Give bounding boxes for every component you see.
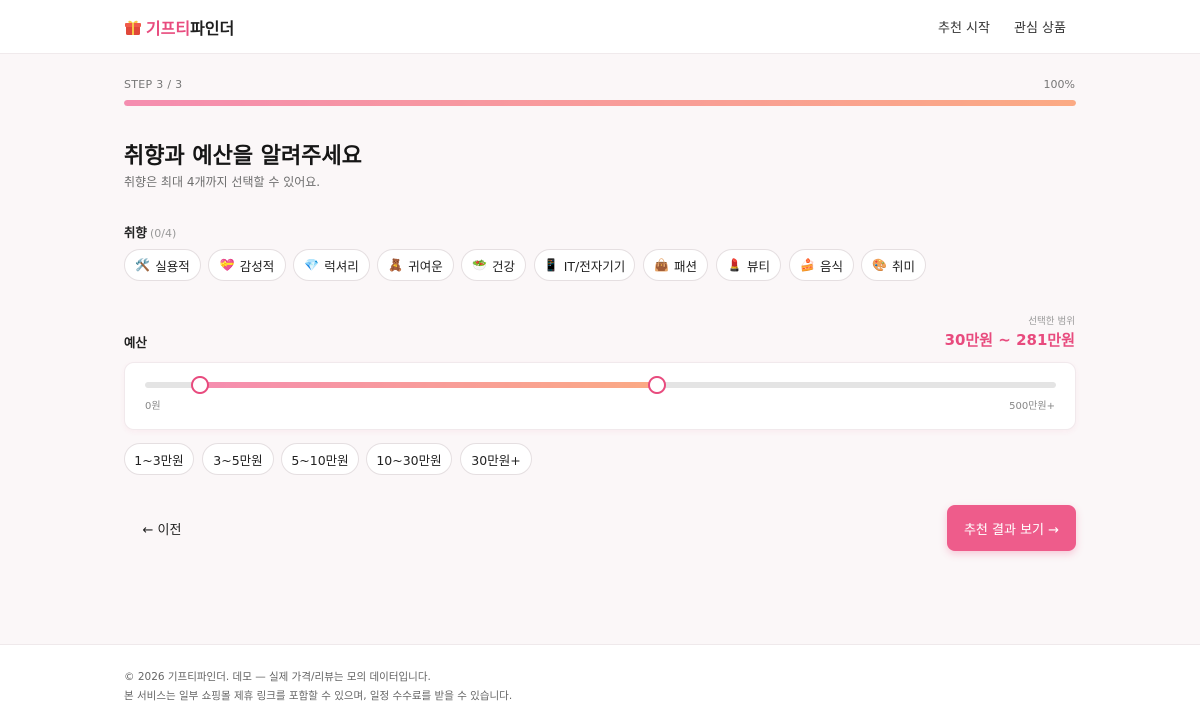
taste-chip[interactable]: 📱 IT/전자기기 <box>534 249 635 281</box>
taste-chip[interactable]: 👜 패션 <box>643 249 708 281</box>
phone-icon: 📱 <box>543 258 559 272</box>
slider-min-label: 0원 <box>145 401 161 412</box>
heart-gift-icon: 💝 <box>219 258 235 272</box>
brand-accent: 기프티 <box>146 19 191 38</box>
site-footer: © 2026 기프티파인더. 데모 — 실제 가격/리뷰는 모의 데이터입니다.… <box>0 644 1200 719</box>
page-title: 취향과 예산을 알려주세요 <box>124 144 362 169</box>
taste-chip-label: 음식 <box>819 258 843 274</box>
taste-chip-label: 패션 <box>673 258 697 274</box>
nav-wishlist[interactable]: 관심 상품 <box>1014 17 1066 36</box>
budget-preset-chip[interactable]: 1~3만원 <box>124 443 194 475</box>
taste-label-text: 취향 <box>124 225 148 240</box>
budget-preset-chip[interactable]: 5~10만원 <box>281 443 359 475</box>
footer-disclaimer: 본 서비스는 일부 쇼핑몰 제휴 링크를 포함할 수 있으며, 일정 수수료를 … <box>124 690 513 702</box>
tools-icon: 🛠️ <box>135 258 151 272</box>
handbag-icon: 👜 <box>654 258 669 272</box>
taste-chip-label: 취미 <box>891 258 915 274</box>
taste-chip-label: IT/전자기기 <box>563 258 626 274</box>
taste-chip[interactable]: 🥗 건강 <box>461 249 526 281</box>
budget-preset-chip[interactable]: 3~5만원 <box>202 443 274 475</box>
budget-slider-max-thumb[interactable] <box>648 376 666 394</box>
slider-max-label: 500만원+ <box>1009 401 1055 412</box>
cake-icon: 🍰 <box>800 258 815 272</box>
taste-chip-label: 귀여운 <box>408 258 443 274</box>
budget-slider-card: 0원 500만원+ <box>124 362 1076 430</box>
budget-slider-range <box>200 382 657 388</box>
brand-rest: 파인더 <box>190 19 235 38</box>
nav-recommend-start[interactable]: 추천 시작 <box>938 17 990 36</box>
budget-slider-track[interactable] <box>145 376 1056 394</box>
taste-chip[interactable]: 💎 럭셔리 <box>293 249 370 281</box>
budget-preset-chip[interactable]: 10~30만원 <box>366 443 452 475</box>
footer-copyright: © 2026 기프티파인더. 데모 — 실제 가격/리뷰는 모의 데이터입니다. <box>124 671 431 683</box>
taste-chip-label: 실용적 <box>155 258 190 274</box>
step-label: STEP 3 / 3 <box>124 78 183 91</box>
salad-icon: 🥗 <box>472 258 487 272</box>
range-value: 30만원 ~ 281만원 <box>944 331 1075 349</box>
taste-chip[interactable]: 🎨 취미 <box>861 249 926 281</box>
teddy-bear-icon: 🧸 <box>388 258 404 272</box>
taste-chip-label: 감성적 <box>239 258 275 274</box>
logo[interactable]: 기프티 파인더 <box>124 15 234 39</box>
taste-chip[interactable]: 🍰 음식 <box>789 249 854 281</box>
taste-chip-label: 럭셔리 <box>324 258 359 274</box>
progress-fill <box>124 100 1076 106</box>
page-subtitle: 취향은 최대 4개까지 선택할 수 있어요. <box>124 175 321 189</box>
site-header: 기프티 파인더 추천 시작 관심 상품 <box>0 0 1200 54</box>
taste-label: 취향 (0/4) <box>124 222 176 241</box>
taste-chip[interactable]: 💝 감성적 <box>208 249 286 281</box>
gift-icon <box>124 18 142 36</box>
budget-preset-chip[interactable]: 30만원+ <box>460 443 532 475</box>
budget-slider-min-thumb[interactable] <box>191 376 209 394</box>
taste-chip-label: 건강 <box>491 258 515 274</box>
gem-icon: 💎 <box>304 258 320 272</box>
taste-count: (0/4) <box>150 227 177 240</box>
palette-icon: 🎨 <box>872 258 887 272</box>
range-caption: 선택한 범위 <box>1028 316 1075 327</box>
lipstick-icon: 💄 <box>727 258 742 272</box>
prev-button[interactable]: ← 이전 <box>124 505 200 551</box>
budget-label: 예산 <box>124 335 148 350</box>
taste-chip[interactable]: 🛠️ 실용적 <box>124 249 201 281</box>
taste-chip-label: 뷰티 <box>746 258 770 274</box>
view-results-button[interactable]: 추천 결과 보기 → <box>947 505 1076 551</box>
progress-percent: 100% <box>1043 78 1075 91</box>
taste-chip[interactable]: 💄 뷰티 <box>716 249 781 281</box>
taste-chip[interactable]: 🧸 귀여운 <box>377 249 454 281</box>
progress-bar <box>124 100 1076 106</box>
